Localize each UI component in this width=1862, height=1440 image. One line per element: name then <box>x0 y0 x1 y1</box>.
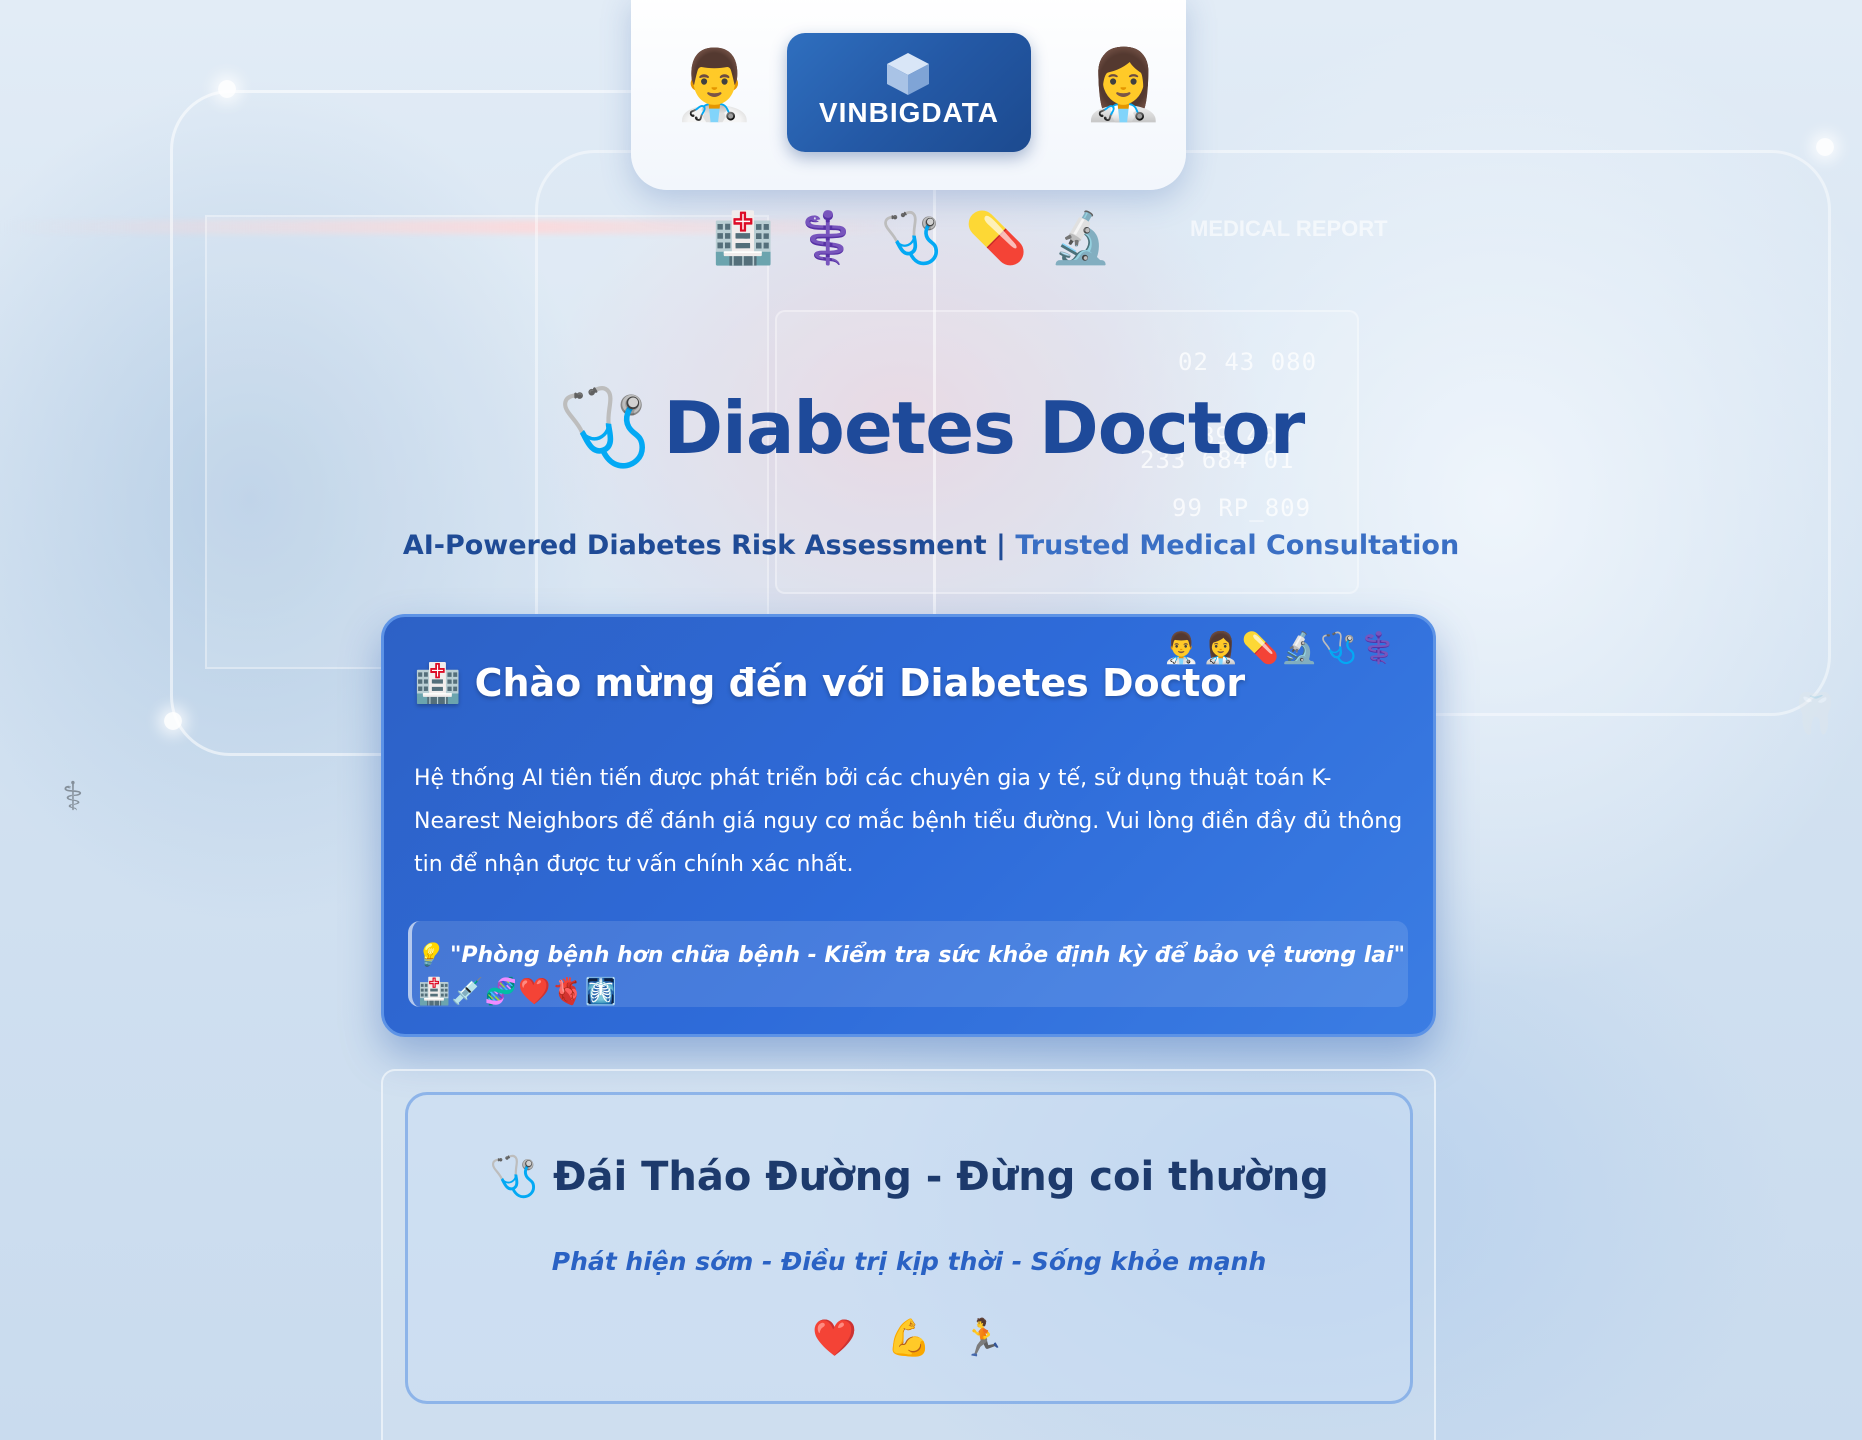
info-title-text: Đái Tháo Đường - Đừng coi thường <box>552 1154 1329 1200</box>
welcome-description: Hệ thống AI tiên tiến được phát triển bở… <box>414 766 1403 877</box>
medical-icon-row: 🏥 ⚕️ 🩺 💊 🔬 <box>712 213 1112 263</box>
subtitle-part-1: AI-Powered Diabetes Risk Assessment | <box>402 530 1006 561</box>
background-hud-dot <box>218 80 236 98</box>
header-logo-card: 👨‍⚕️ VINBIGDATA 👩‍⚕️ <box>631 0 1186 190</box>
quote-box: 💡 "Phòng bệnh hơn chữa bệnh - Kiểm tra s… <box>408 921 1408 1007</box>
page-title-text: Diabetes Doctor <box>663 386 1305 470</box>
male-doctor-icon: 👨‍⚕️ <box>672 46 757 125</box>
background-hud-number: 99 RP_809 <box>1172 494 1312 522</box>
background-hud-label: MEDICAL REPORT <box>1190 216 1388 241</box>
subtitle-part-2: Trusted Medical Consultation <box>1015 530 1460 561</box>
info-subtitle: Phát hiện sớm - Điều trị kịp thời - Sống… <box>551 1247 1267 1276</box>
page-title: 🩺 Diabetes Doctor <box>0 382 1862 472</box>
background-hud-dot <box>164 712 182 730</box>
caduceus-icon: ⚕️ <box>796 209 859 267</box>
background-caduceus-icon: ⚕ <box>62 774 84 820</box>
logo-cube-icon <box>887 53 929 95</box>
microscope-icon: 🔬 <box>1049 209 1112 267</box>
pill-icon: 💊 <box>965 209 1028 267</box>
stethoscope-icon: 🩺 <box>557 382 653 471</box>
vinbigdata-logo[interactable]: VINBIGDATA <box>787 33 1031 152</box>
lightbulb-icon: 💡 <box>414 943 443 968</box>
quote-text: "Phòng bệnh hơn chữa bệnh - Kiểm tra sức… <box>449 943 1406 968</box>
background-tooth-icon: 🦷 <box>1790 691 1840 737</box>
page-subtitle: AI-Powered Diabetes Risk Assessment | Tr… <box>0 530 1862 561</box>
stethoscope-icon: 🩺 <box>489 1154 539 1200</box>
stethoscope-icon: 🩺 <box>880 209 944 267</box>
welcome-title-text: Chào mừng đến với Diabetes Doctor <box>474 661 1246 705</box>
welcome-title: 🏥 Chào mừng đến với Diabetes Doctor <box>414 661 1245 706</box>
info-title: 🩺 Đái Tháo Đường - Đừng coi thường <box>408 1153 1410 1200</box>
welcome-card: 👨‍⚕️👩‍⚕️💊🔬🩺⚕️ 🏥 Chào mừng đến với Diabet… <box>381 614 1436 1037</box>
logo-text: VINBIGDATA <box>818 97 1000 128</box>
diabetes-info-card: 🩺 Đái Tháo Đường - Đừng coi thường Phát … <box>405 1092 1413 1404</box>
flexed-biceps-icon: 💪 <box>886 1318 932 1359</box>
quote: 💡 "Phòng bệnh hơn chữa bệnh - Kiểm tra s… <box>412 943 1408 968</box>
female-doctor-icon: 👩‍⚕️ <box>1081 46 1166 125</box>
heart-icon: ❤️ <box>812 1318 858 1359</box>
background-hud-dot <box>1816 138 1834 156</box>
quote-decoration-icons: 🏥💉🧬❤️🫀🩻 <box>418 977 619 1007</box>
info-icon-row: ❤️ 💪 🏃 <box>408 1317 1410 1359</box>
hospital-icon: 🏥 <box>414 661 462 705</box>
hospital-icon: 🏥 <box>712 209 775 267</box>
background-hud-number: 02 43 080 <box>1178 348 1318 376</box>
running-person-icon: 🏃 <box>960 1318 1006 1359</box>
